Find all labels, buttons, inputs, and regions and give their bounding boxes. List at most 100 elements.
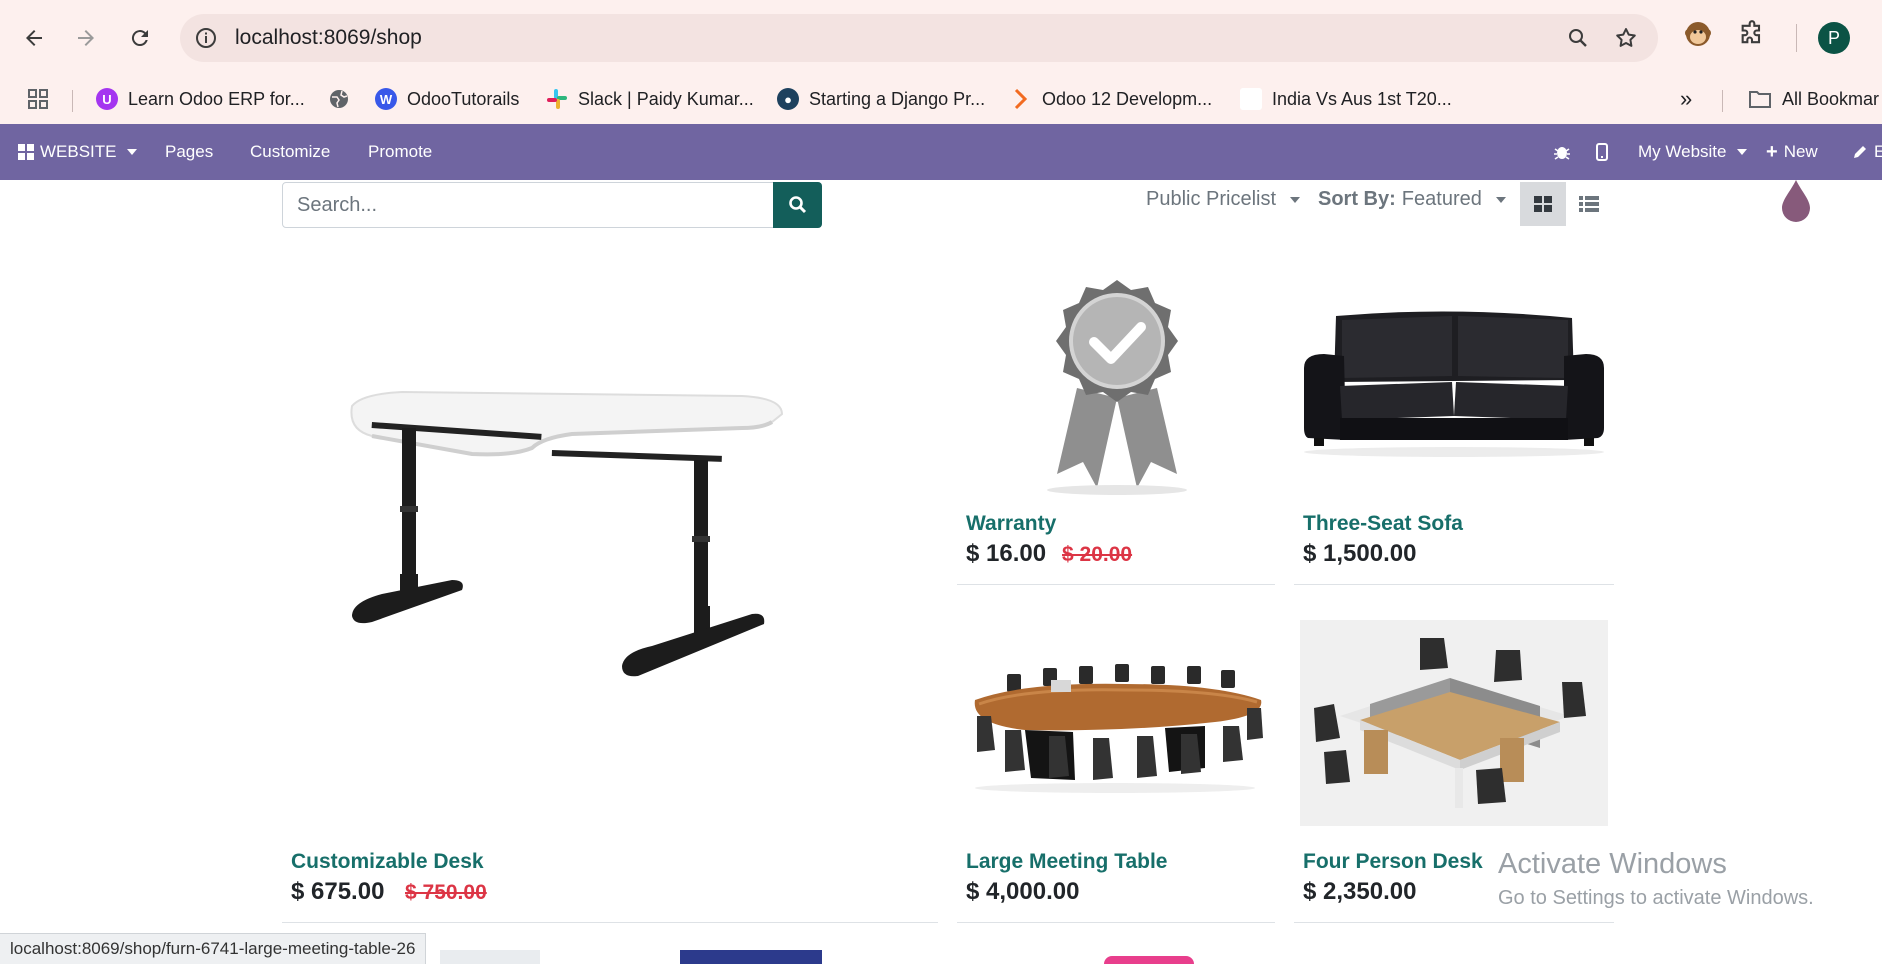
- extensions-puzzle-icon[interactable]: [1738, 20, 1766, 53]
- card-divider: [957, 584, 1275, 585]
- url-text[interactable]: localhost:8069/shop: [235, 26, 422, 50]
- toolbar-divider: [1796, 24, 1797, 52]
- bookmark-item-slack[interactable]: Slack | Paidy Kumar...: [546, 84, 754, 114]
- bookmark-label: Starting a Django Pr...: [809, 88, 986, 109]
- product-image-desk[interactable]: [342, 376, 902, 736]
- bookmark-item-django[interactable]: ● Starting a Django Pr...: [777, 84, 985, 114]
- card-divider: [1294, 922, 1614, 923]
- sort-dropdown[interactable]: Sort By: Featured: [1318, 188, 1506, 211]
- site-info-icon[interactable]: [194, 26, 218, 50]
- bookmark-label: OdooTutorails: [407, 88, 520, 109]
- my-website-menu[interactable]: My Website: [1638, 124, 1747, 180]
- edit-button[interactable]: E: [1852, 124, 1882, 180]
- double-chevron-icon: »: [1680, 86, 1693, 111]
- monkey-extension-icon[interactable]: [1684, 20, 1712, 53]
- product-name[interactable]: Three-Seat Sofa: [1303, 512, 1463, 536]
- wordpress-icon: W: [375, 88, 397, 110]
- product-image-warranty-badge[interactable]: [1037, 278, 1197, 496]
- debug-button[interactable]: [1553, 124, 1571, 180]
- product-name[interactable]: Warranty: [966, 512, 1056, 536]
- list-view-button[interactable]: [1566, 182, 1612, 226]
- product-image-meeting-table[interactable]: [965, 656, 1267, 796]
- bookmark-item-cricket[interactable]: India Vs Aus 1st T20...: [1240, 84, 1452, 114]
- search-button[interactable]: [773, 182, 822, 228]
- product-old-price: $ 20.00: [1062, 543, 1133, 566]
- card-divider: [957, 922, 1275, 923]
- pages-menu[interactable]: Pages: [165, 124, 213, 180]
- address-bar[interactable]: localhost:8069/shop: [180, 14, 1658, 62]
- product-image-four-person-desk[interactable]: [1300, 620, 1608, 826]
- back-button[interactable]: [18, 22, 50, 54]
- product-card-three-seat-sofa[interactable]: Three-Seat Sofa $ 1,500.00: [1294, 256, 1614, 584]
- watermark-subtitle: Go to Settings to activate Windows.: [1498, 887, 1814, 909]
- slack-icon: [547, 89, 567, 109]
- profile-avatar[interactable]: P: [1818, 22, 1850, 54]
- bookmarks-bar: U Learn Odoo ERP for... W OdooTutorails …: [0, 74, 1882, 124]
- bookmark-item-odootutorails[interactable]: W OdooTutorails: [375, 84, 519, 114]
- sort-label: Sort By:: [1318, 188, 1396, 210]
- zoom-icon[interactable]: [1566, 26, 1590, 50]
- apps-grid-icon: [18, 144, 34, 160]
- product-name[interactable]: Large Meeting Table: [966, 850, 1167, 874]
- promote-menu[interactable]: Promote: [368, 124, 432, 180]
- search-input[interactable]: [282, 182, 774, 228]
- chevron-right-icon: [1014, 88, 1028, 110]
- reload-button[interactable]: [124, 22, 156, 54]
- product-price: $ 675.00: [291, 878, 385, 905]
- product-price: $ 1,500.00: [1303, 540, 1417, 567]
- bookmark-item-learn-odoo[interactable]: U Learn Odoo ERP for...: [96, 84, 305, 114]
- forward-button[interactable]: [70, 22, 102, 54]
- caret-down-icon: [1495, 196, 1506, 203]
- product-image-sofa[interactable]: [1302, 310, 1606, 460]
- list-icon: [1579, 196, 1599, 212]
- customize-menu[interactable]: Customize: [250, 124, 330, 180]
- product-card-large-meeting-table[interactable]: Large Meeting Table $ 4,000.00: [957, 594, 1275, 922]
- bookmark-item-globe[interactable]: [328, 84, 350, 114]
- browser-toolbar: localhost:8069/shop P: [0, 0, 1882, 74]
- bookmark-label: India Vs Aus 1st T20...: [1272, 88, 1452, 109]
- browser-chrome: localhost:8069/shop P U Learn Odoo ERP f…: [0, 0, 1882, 124]
- product-old-price: $ 750.00: [405, 881, 487, 904]
- theme-drop-icon[interactable]: [1780, 178, 1812, 227]
- card-divider: [1294, 584, 1614, 585]
- url-path: :8069/shop: [317, 26, 422, 49]
- mobile-icon: [1596, 143, 1608, 161]
- next-product-image[interactable]: [1104, 956, 1194, 964]
- pricelist-dropdown[interactable]: Public Pricelist: [1146, 188, 1301, 211]
- apps-icon[interactable]: [26, 84, 50, 114]
- folder-icon: [1749, 91, 1771, 108]
- next-product-image[interactable]: [680, 950, 822, 964]
- product-price: $ 2,350.00: [1303, 878, 1417, 905]
- pencil-icon: [1854, 146, 1866, 158]
- caret-down-icon: [1736, 149, 1747, 155]
- product-card-customizable-desk[interactable]: Customizable Desk $ 675.00 $ 750.00: [282, 256, 938, 922]
- bookmarks-divider: [1722, 90, 1723, 112]
- bookmarks-divider: [72, 90, 73, 112]
- arrow-left-icon: [26, 30, 42, 46]
- activate-windows-watermark: Activate Windows Go to Settings to activ…: [1498, 848, 1814, 910]
- odoo-website-bar: WEBSITE Pages Customize Promote My Websi…: [0, 124, 1882, 180]
- caret-down-icon: [126, 149, 137, 155]
- mobile-preview-button[interactable]: [1596, 124, 1608, 180]
- bookmark-star-icon[interactable]: [1614, 26, 1638, 50]
- bookmark-item-odoo12[interactable]: Odoo 12 Developm...: [1010, 84, 1212, 114]
- product-card-warranty[interactable]: Warranty $ 16.00 $ 20.00: [957, 256, 1275, 584]
- next-product-image[interactable]: [440, 950, 540, 964]
- bookmark-label: Odoo 12 Developm...: [1042, 88, 1213, 109]
- product-name[interactable]: Four Person Desk: [1303, 850, 1483, 874]
- grid-view-button[interactable]: [1520, 182, 1566, 226]
- arrow-right-icon: [78, 30, 94, 46]
- product-price: $ 16.00: [966, 540, 1047, 567]
- website-menu[interactable]: WEBSITE: [18, 124, 137, 180]
- blank-page-icon: [1240, 88, 1262, 110]
- watermark-title: Activate Windows: [1498, 848, 1727, 880]
- bookmark-label: Slack | Paidy Kumar...: [578, 88, 754, 109]
- product-name[interactable]: Customizable Desk: [291, 850, 484, 874]
- more-bookmarks-button[interactable]: »: [1680, 84, 1692, 114]
- reload-icon: [131, 30, 148, 47]
- url-host: localhost: [235, 26, 318, 49]
- all-bookmarks-button[interactable]: All Bookmar: [1748, 84, 1879, 114]
- link-status-bar: localhost:8069/shop/furn-6741-large-meet…: [0, 933, 427, 964]
- new-button[interactable]: + New: [1766, 124, 1818, 180]
- bug-icon: [1554, 147, 1570, 160]
